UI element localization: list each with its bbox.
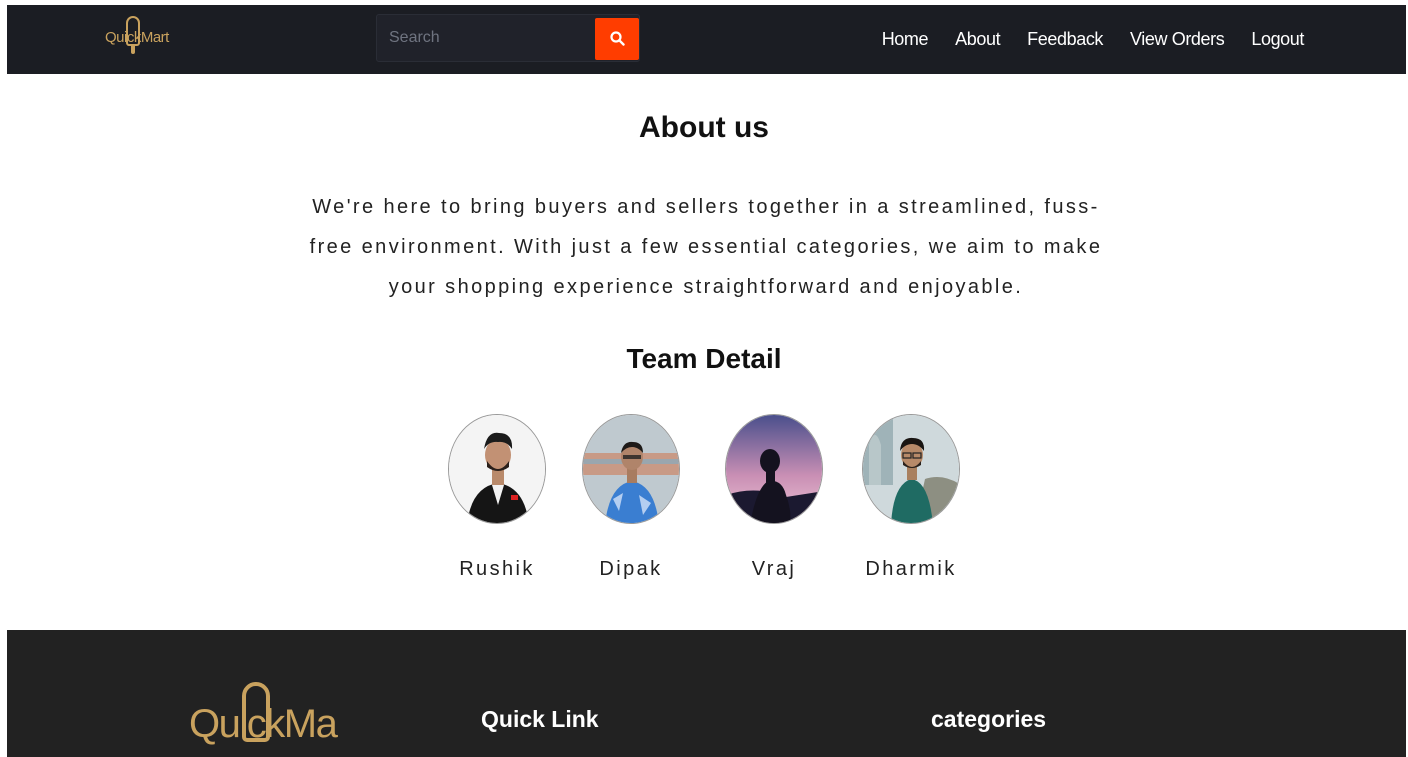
- logo-q-tail: [131, 45, 135, 54]
- avatar: [725, 414, 823, 524]
- nav-home[interactable]: Home: [882, 29, 929, 50]
- site-footer: QuickMart Quick Link categories: [7, 630, 1406, 757]
- nav-about[interactable]: About: [955, 29, 1000, 50]
- team-member-dharmik: Dharmik: [851, 414, 971, 580]
- footer-quick-link-heading: Quick Link: [481, 706, 599, 732]
- footer-logo-text: QuickMart: [189, 702, 339, 746]
- quickmart-logo[interactable]: QuickMart: [105, 15, 195, 65]
- search-input[interactable]: [377, 15, 593, 61]
- team-member-dipak: Dipak: [571, 414, 691, 580]
- avatar: [582, 414, 680, 524]
- footer-categories-heading: categories: [931, 706, 1047, 732]
- nav-logout[interactable]: Logout: [1251, 29, 1304, 50]
- search-bar: [376, 14, 640, 62]
- about-description: We're here to bring buyers and sellers t…: [309, 196, 1103, 298]
- avatar: [448, 414, 546, 524]
- search-button[interactable]: [595, 18, 639, 60]
- avatar: [862, 414, 960, 524]
- logo-text: QuickMart: [105, 29, 169, 46]
- search-icon: [610, 31, 625, 46]
- team-member-name: Dharmik: [865, 558, 957, 580]
- nav-view-orders[interactable]: View Orders: [1130, 29, 1225, 50]
- team-member-vraj: Vraj: [714, 414, 834, 580]
- nav-links: Home About Feedback View Orders Logout: [882, 5, 1305, 74]
- team-member-name: Dipak: [599, 558, 663, 580]
- team-member-name: Vraj: [751, 558, 797, 580]
- team-member-name: Rushik: [459, 558, 535, 580]
- nav-feedback[interactable]: Feedback: [1027, 29, 1103, 50]
- team-member-rushik: Rushik: [437, 414, 557, 580]
- footer-logo[interactable]: QuickMart: [189, 682, 339, 757]
- team-title: Team Detail: [626, 343, 782, 374]
- about-title: About us: [639, 111, 769, 144]
- top-navbar: QuickMart Home About Feedback View Order…: [7, 5, 1406, 74]
